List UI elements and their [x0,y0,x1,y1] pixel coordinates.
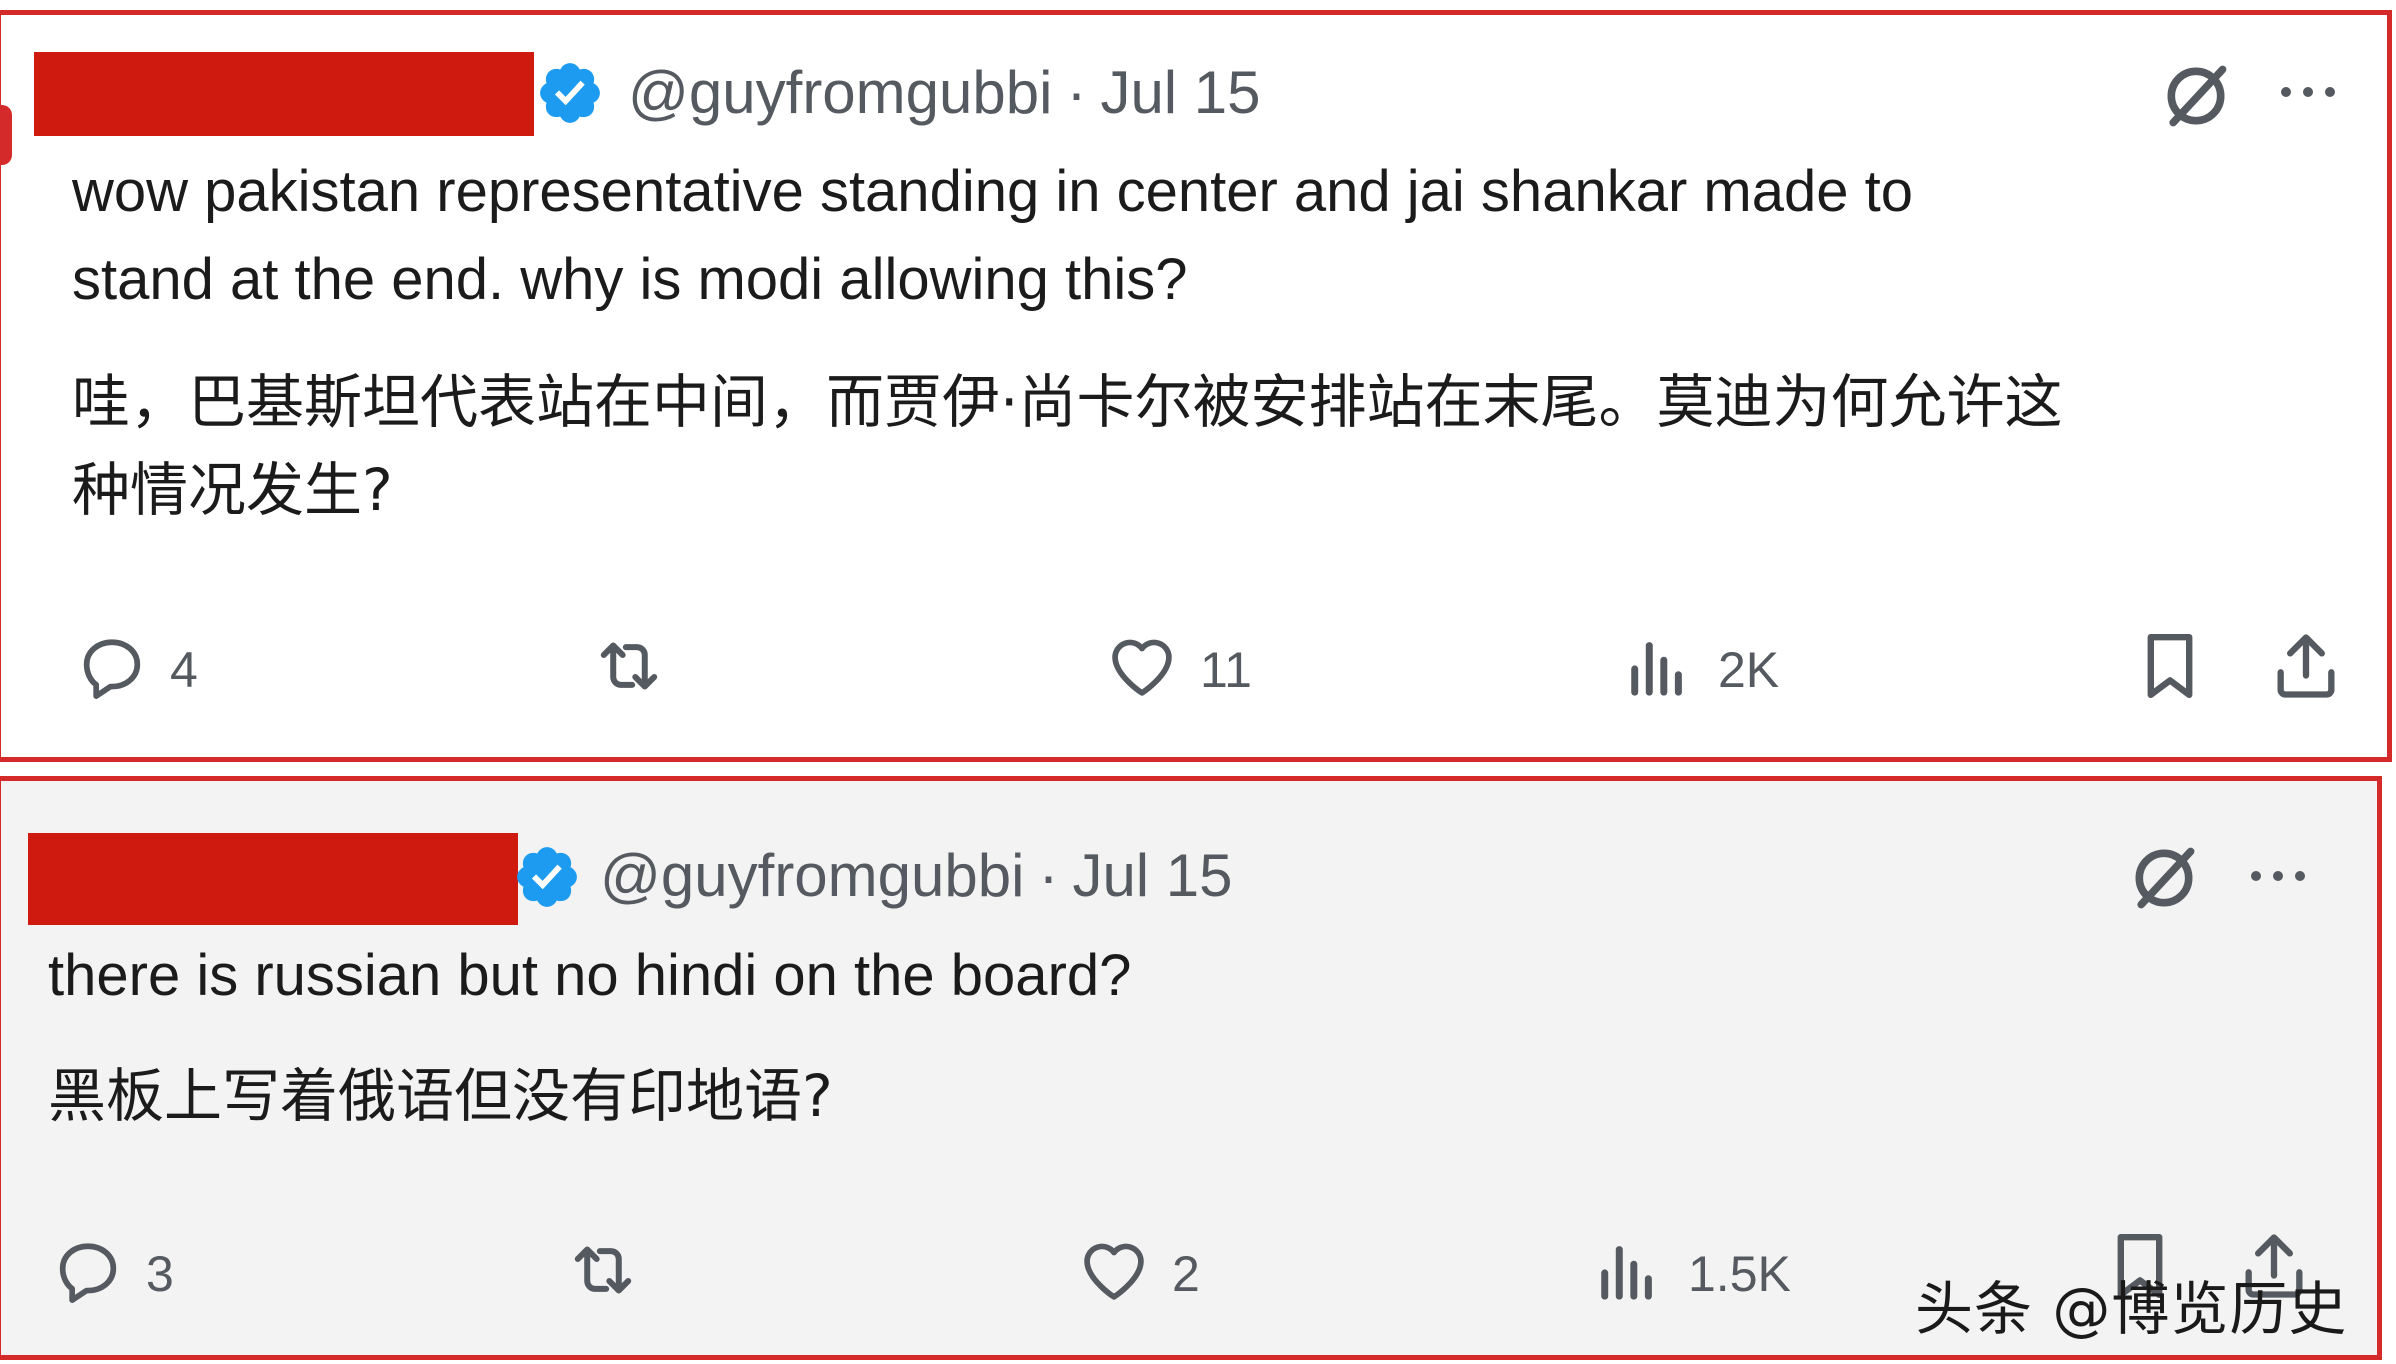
reply-count: 3 [146,1246,174,1302]
tweet-date[interactable]: Jul 15 [1100,59,1260,126]
tweet-2-text-zh: 黑板上写着俄语但没有印地语? [48,1052,833,1140]
grok-icon[interactable] [2126,840,2202,916]
more-icon[interactable] [2246,864,2310,888]
user-handle[interactable]: @guyfromgubbi [628,59,1052,126]
grok-icon[interactable] [2158,58,2234,134]
views-count: 2K [1718,642,1780,698]
tweet-2-meta: @guyfromgubbi · Jul 15 [600,846,1233,906]
tweet-2-text-en: there is russian but no hindi on the boa… [48,932,1131,1020]
tweet-1-text-en: wow pakistan representative standing in … [72,148,1913,324]
reply-icon[interactable] [50,1232,126,1308]
card-edge-marker [0,105,12,165]
user-handle[interactable]: @guyfromgubbi [600,842,1024,909]
translation-line: 黑板上写着俄语但没有印地语? [48,1062,833,1130]
redacted-display-name [34,52,534,136]
reply-icon[interactable] [74,628,150,704]
translation-line: 哇，巴基斯坦代表站在中间，而贾伊·尚卡尔被安排站在末尾。莫迪为何允许这 [72,368,2063,436]
share-icon[interactable] [2268,626,2344,706]
like-icon[interactable] [1104,628,1180,704]
translation-line: 种情况发生? [72,456,393,524]
verified-badge-icon [540,63,600,123]
meta-separator: · [1038,842,1059,909]
verified-badge-icon [517,847,577,907]
tweet-1-text-zh: 哇，巴基斯坦代表站在中间，而贾伊·尚卡尔被安排站在末尾。莫迪为何允许这 种情况发… [72,358,2062,534]
tweet-date[interactable]: Jul 15 [1072,842,1232,909]
more-icon[interactable] [2276,80,2340,104]
meta-separator: · [1066,59,1087,126]
redacted-display-name [28,833,518,925]
bookmark-icon[interactable] [2138,626,2202,706]
like-icon[interactable] [1076,1232,1152,1308]
views-icon[interactable] [1626,630,1690,702]
tweet-1-meta: @guyfromgubbi · Jul 15 [628,63,1261,123]
reply-count: 4 [170,642,198,698]
tweet-text-line: there is russian but no hindi on the boa… [48,943,1132,1008]
views-count: 1.5K [1688,1246,1791,1302]
like-count: 11 [1200,642,1252,698]
source-watermark: 头条 @博览历史 [1915,1275,2348,1343]
tweet-text-line: stand at the end. why is modi allowing t… [72,247,1188,312]
retweet-icon[interactable] [562,1232,644,1308]
views-icon[interactable] [1596,1234,1660,1306]
like-count: 2 [1172,1246,1200,1302]
tweet-text-line: wow pakistan representative standing in … [72,159,1913,224]
retweet-icon[interactable] [588,628,670,704]
